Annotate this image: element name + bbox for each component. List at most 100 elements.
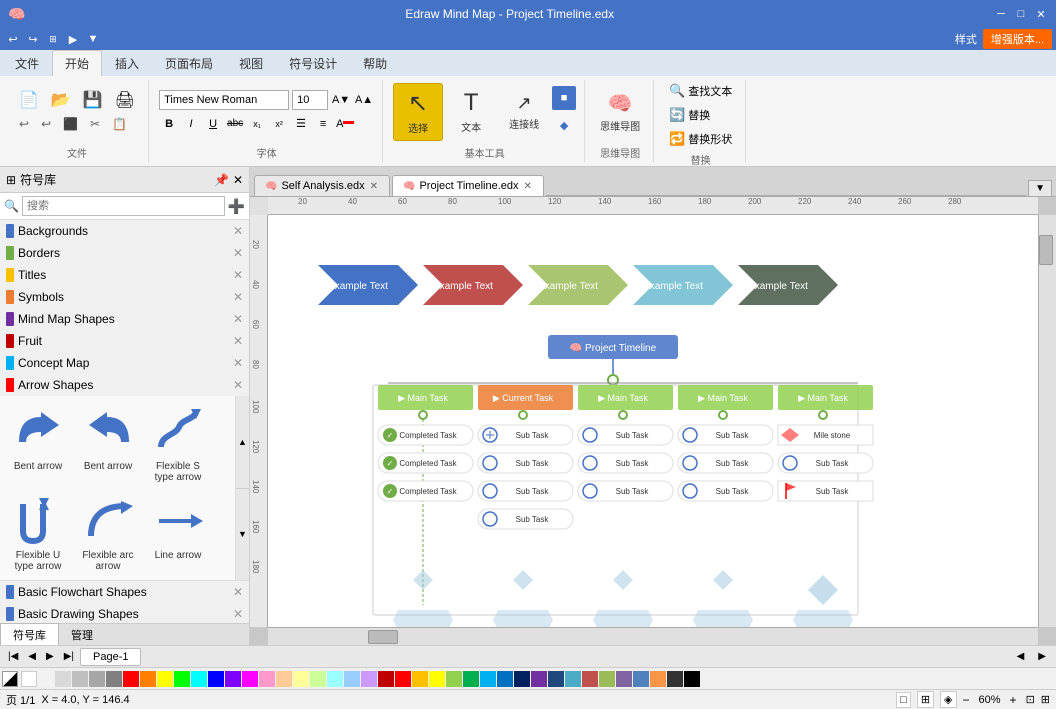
concept-close[interactable]: ✕ [233, 356, 243, 370]
chevron-1[interactable]: Example Text [318, 265, 418, 305]
tab-self-analysis[interactable]: 🧠 Self Analysis.edx ✕ [254, 175, 390, 196]
font-increase-btn[interactable]: A▲ [354, 90, 374, 110]
color-sage[interactable] [599, 671, 615, 687]
maximize-button[interactable]: □ [1014, 7, 1028, 21]
align-left-button[interactable]: ☰ [291, 114, 311, 134]
color-mauve[interactable] [616, 671, 632, 687]
view-btn-1[interactable]: □ [896, 692, 911, 708]
qa-btn-3[interactable]: ⊞ [44, 30, 62, 48]
color-3[interactable] [72, 671, 88, 687]
fit-page-btn[interactable]: ⊡ [1026, 693, 1035, 706]
close-button[interactable]: ✕ [1034, 7, 1048, 21]
section-concept[interactable]: Concept Map ✕ [0, 352, 249, 374]
scrollbar-horizontal[interactable] [268, 627, 1038, 645]
tab-scroll-btn[interactable]: ▼ [1028, 180, 1052, 196]
color-cornflower[interactable] [633, 671, 649, 687]
color-black[interactable] [684, 671, 700, 687]
completed-task-3[interactable]: ✓ Completed Task [378, 481, 473, 501]
chevron-3[interactable]: Example Text [528, 265, 628, 305]
arrow-scroll-up[interactable]: ▲ [236, 396, 249, 489]
arrow-shape-flexible-arc[interactable]: Flexible arcarrow [74, 489, 142, 576]
color-lt-blue[interactable] [344, 671, 360, 687]
color-violet[interactable] [531, 671, 547, 687]
shape-btn-1[interactable]: ■ [552, 86, 576, 110]
section-titles[interactable]: Titles ✕ [0, 264, 249, 286]
color-lt-yellow[interactable] [293, 671, 309, 687]
page-nav-last[interactable]: ▶| [60, 649, 78, 664]
panel-pin-button[interactable]: 📌 [214, 173, 229, 187]
color-amber[interactable] [412, 671, 428, 687]
arrow-shape-bent-right[interactable]: Bent arrow [4, 400, 72, 487]
color-lt-green[interactable] [310, 671, 326, 687]
sub-task-2-2[interactable]: Sub Task [478, 453, 573, 473]
shape-btn-2[interactable]: ◆ [552, 113, 576, 137]
tab-symbol-design[interactable]: 符号设计 [276, 50, 350, 76]
color-cyan[interactable] [191, 671, 207, 687]
chevron-5[interactable]: Example Text [738, 265, 838, 305]
scrollbar-vertical[interactable] [1038, 215, 1056, 627]
sub-task-5-2[interactable]: Sub Task [778, 453, 873, 473]
chevron-4[interactable]: Example Text [633, 265, 733, 305]
scroll-left-btn[interactable]: ◀ [1011, 649, 1031, 664]
color-2[interactable] [55, 671, 71, 687]
footer-tab-library[interactable]: 符号库 [0, 623, 59, 645]
connect-button[interactable]: ↗ 连接线 [499, 83, 549, 141]
section-fruit[interactable]: Fruit ✕ [0, 330, 249, 352]
section-mindmap[interactable]: Mind Map Shapes ✕ [0, 308, 249, 330]
sub-task-2-1[interactable]: Sub Task [478, 425, 573, 445]
color-1[interactable] [38, 671, 54, 687]
sub-task-4-3[interactable]: Sub Task [678, 481, 773, 501]
file-btn-3[interactable]: ⬛ [58, 113, 83, 135]
strikethrough-button[interactable]: abc [225, 114, 245, 134]
arrow-shape-flexible-u[interactable]: Flexible Utype arrow [4, 489, 72, 576]
italic-button[interactable]: I [181, 114, 201, 134]
subscript-button[interactable]: x₁ [247, 114, 267, 134]
no-color-btn[interactable] [2, 671, 18, 687]
search-add-button[interactable]: ➕ [228, 198, 245, 215]
open-button[interactable]: 📂 [46, 89, 76, 111]
tab-file[interactable]: 文件 [2, 50, 52, 76]
sub-task-3-3[interactable]: Sub Task [578, 481, 673, 501]
color-teal[interactable] [565, 671, 581, 687]
sub-task-3-2[interactable]: Sub Task [578, 453, 673, 473]
tab-insert[interactable]: 插入 [102, 50, 152, 76]
section-arrow-header[interactable]: Arrow Shapes ✕ [0, 374, 249, 396]
footer-tab-manage[interactable]: 管理 [59, 624, 105, 646]
superscript-button[interactable]: x² [269, 114, 289, 134]
color-dk-blue[interactable] [548, 671, 564, 687]
tab-page-layout[interactable]: 页面布局 [152, 50, 226, 76]
color-purple[interactable] [225, 671, 241, 687]
backgrounds-close[interactable]: ✕ [233, 224, 243, 238]
view-btn-2[interactable]: ⊞ [917, 691, 934, 708]
replace-shape-button[interactable]: 🔁 替换形状 [664, 128, 737, 150]
color-4[interactable] [89, 671, 105, 687]
sub-task-4-2[interactable]: Sub Task [678, 453, 773, 473]
font-color-button[interactable]: A [335, 114, 355, 134]
tab-view[interactable]: 视图 [226, 50, 276, 76]
qa-btn-5[interactable]: ▼ [84, 30, 102, 48]
font-name-input[interactable] [159, 90, 289, 110]
style-button[interactable]: 增强版本... [983, 29, 1052, 49]
scrollbar-h-thumb[interactable] [368, 630, 398, 644]
arrow-shape-flexible-s[interactable]: Flexible Stype arrow [144, 400, 212, 487]
color-rose[interactable] [582, 671, 598, 687]
color-dk-grey[interactable] [667, 671, 683, 687]
sub-task-3-1[interactable]: Sub Task [578, 425, 673, 445]
borders-close[interactable]: ✕ [233, 246, 243, 260]
save-button[interactable]: 💾 [78, 89, 108, 111]
arrow-close[interactable]: ✕ [233, 378, 243, 392]
symbols-close[interactable]: ✕ [233, 290, 243, 304]
color-peach[interactable] [276, 671, 292, 687]
align-center-button[interactable]: ≡ [313, 114, 333, 134]
symbol-search-input[interactable] [22, 196, 225, 216]
find-text-button[interactable]: 🔍 查找文本 [664, 80, 737, 102]
page-nav-first[interactable]: |◀ [4, 649, 22, 664]
color-yellow-2[interactable] [429, 671, 445, 687]
section-basic-drawing[interactable]: Basic Drawing Shapes ✕ [0, 603, 249, 623]
page-tab-1[interactable]: Page-1 [80, 648, 141, 666]
view-btn-3[interactable]: ◈ [940, 691, 956, 708]
sub-task-2-3[interactable]: Sub Task [478, 481, 573, 501]
underline-button[interactable]: U [203, 114, 223, 134]
flowchart-close[interactable]: ✕ [233, 585, 243, 599]
replace-button[interactable]: 🔄 替换 [664, 104, 737, 126]
